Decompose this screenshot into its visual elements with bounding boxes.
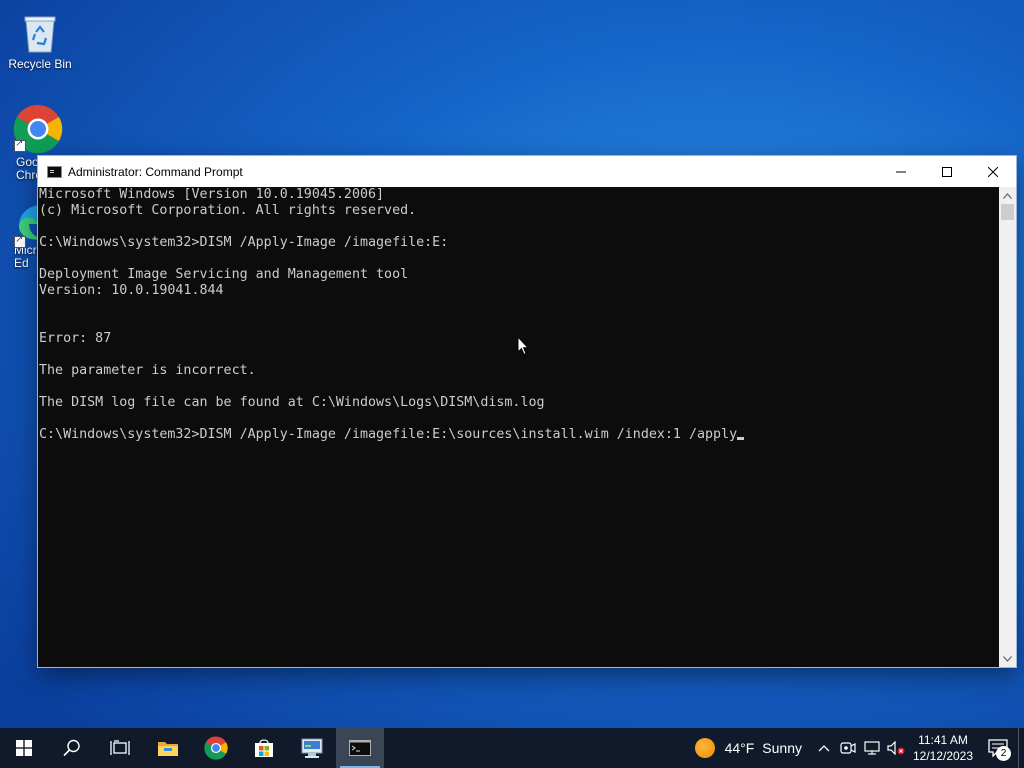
minimize-button[interactable] — [878, 156, 924, 187]
chevron-up-icon — [1003, 192, 1012, 199]
taskbar: 44°F Sunny 11:41 AM 12/12/2023 2 — [0, 728, 1024, 768]
taskbar-chrome[interactable] — [192, 728, 240, 768]
action-center-button[interactable]: 2 — [978, 728, 1018, 768]
window-title: Administrator: Command Prompt — [68, 164, 243, 179]
console-command-text[interactable]: C:\Windows\system32>DISM /Apply-Image /i… — [39, 427, 737, 442]
desktop-icon-recycle-bin[interactable]: Recycle Bin — [2, 8, 78, 71]
volume-muted-icon — [887, 741, 905, 755]
console-line: C:\Windows\system32>DISM /Apply-Image /i… — [39, 235, 449, 250]
taskbar-command-prompt[interactable] — [336, 728, 384, 768]
chevron-up-icon — [818, 745, 830, 752]
taskbar-control-panel[interactable] — [288, 728, 336, 768]
recycle-bin-icon — [24, 16, 56, 53]
console-line: Deployment Image Servicing and Managemen… — [39, 267, 409, 282]
folder-icon — [158, 742, 178, 756]
search-button[interactable] — [48, 728, 96, 768]
text-cursor — [737, 437, 745, 440]
console-line: The DISM log file can be found at C:\Win… — [39, 395, 545, 410]
console-line: Version: 10.0.19041.844 — [39, 283, 224, 298]
maximize-button[interactable] — [924, 156, 970, 187]
cmd-icon — [47, 165, 62, 178]
search-icon — [63, 739, 80, 757]
show-hidden-icons-button[interactable] — [812, 728, 836, 768]
window-titlebar[interactable]: Administrator: Command Prompt — [38, 156, 1016, 187]
chevron-down-icon — [1003, 655, 1012, 662]
control-panel-icon — [301, 738, 323, 758]
desktop-icon-label: Recycle Bin — [8, 57, 72, 71]
scrollbar-thumb[interactable] — [1001, 204, 1014, 220]
taskbar-microsoft-store[interactable] — [240, 728, 288, 768]
console-line: The parameter is incorrect. — [39, 363, 256, 378]
command-prompt-window[interactable]: Administrator: Command Prompt Microsoft … — [38, 156, 1016, 667]
weather-temperature: 44°F — [724, 740, 755, 756]
meet-now-icon — [840, 742, 856, 754]
start-button[interactable] — [0, 728, 48, 768]
task-view-button[interactable] — [96, 728, 144, 768]
task-view-icon — [110, 740, 130, 755]
scroll-down-button[interactable] — [999, 650, 1016, 667]
shortcut-arrow-icon — [14, 138, 26, 152]
mouse-pointer-icon — [517, 336, 529, 356]
cmd-icon — [349, 740, 371, 756]
notification-count-badge: 2 — [996, 746, 1011, 761]
console-line: Microsoft Windows [Version 10.0.19045.20… — [39, 187, 385, 202]
taskbar-file-explorer[interactable] — [144, 728, 192, 768]
clock-date: 12/12/2023 — [912, 749, 974, 763]
chrome-icon — [204, 736, 228, 760]
console-line: (c) Microsoft Corporation. All rights re… — [39, 203, 417, 218]
scroll-up-button[interactable] — [999, 187, 1016, 204]
tray-volume-button[interactable] — [884, 728, 908, 768]
window-controls — [878, 156, 1016, 187]
console-input-line[interactable]: C:\Windows\system32>DISM /Apply-Image /i… — [38, 427, 999, 443]
show-desktop-button[interactable] — [1018, 728, 1024, 768]
console-output[interactable]: Microsoft Windows [Version 10.0.19045.20… — [38, 187, 999, 667]
close-button[interactable] — [970, 156, 1016, 187]
tray-network-button[interactable] — [860, 728, 884, 768]
sun-icon — [694, 738, 715, 758]
weather-condition: Sunny — [762, 740, 802, 756]
shortcut-arrow-icon — [14, 234, 26, 248]
minimize-icon — [896, 171, 906, 172]
close-icon — [988, 166, 998, 177]
network-icon — [864, 741, 880, 755]
weather-widget[interactable]: 44°F Sunny — [694, 738, 802, 758]
vertical-scrollbar[interactable] — [999, 187, 1016, 667]
system-tray: 44°F Sunny 11:41 AM 12/12/2023 2 — [694, 728, 1024, 768]
taskbar-clock[interactable]: 11:41 AM 12/12/2023 — [908, 732, 978, 764]
tray-meet-now-button[interactable] — [836, 728, 860, 768]
windows-logo-icon — [16, 740, 32, 756]
store-icon — [255, 739, 273, 757]
maximize-icon — [942, 166, 952, 177]
clock-time: 11:41 AM — [918, 733, 968, 747]
